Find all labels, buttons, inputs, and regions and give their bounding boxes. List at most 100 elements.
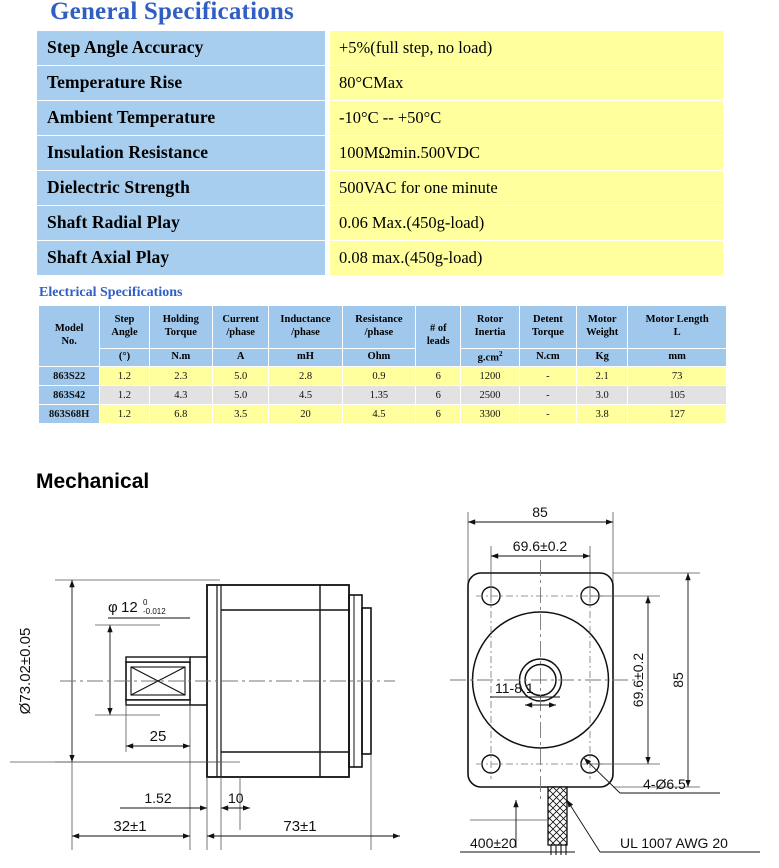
dimension-696-top: 69.6±0.2 xyxy=(491,538,590,559)
spec-label: Shaft Axial Play xyxy=(37,241,325,275)
column-unit-resistance: Ohm xyxy=(342,349,416,366)
cell-rotor-inertia: 2500 xyxy=(461,386,519,404)
label-wire-spec: UL 1007 AWG 20 xyxy=(620,835,728,851)
header-line-1: # of xyxy=(429,323,447,335)
cell-step-angle: 1.2 xyxy=(100,386,149,404)
cell-length: 127 xyxy=(628,405,726,423)
spec-value: 0.06 Max.(450g-load) xyxy=(330,206,723,240)
table-header-row: Model No. Step Angle Holding Torque Curr… xyxy=(39,306,726,366)
label-dim-152: 1.52 xyxy=(144,790,171,806)
cell-length: 73 xyxy=(628,367,726,385)
electrical-specifications-title: Electrical Specifications xyxy=(39,285,183,300)
label-wire-length: 400±20 xyxy=(470,835,517,851)
cell-step-angle: 1.2 xyxy=(100,367,149,385)
unit-superscript: 2 xyxy=(498,349,503,358)
header-line-2: Angle xyxy=(111,327,138,338)
specification-page: General Specifications Step Angle Accura… xyxy=(0,0,779,868)
table-unit-row: (°) N.m A mH Ohm g.cm2 N.cm Kg mm xyxy=(39,349,726,366)
header-line-1: Rotor xyxy=(476,314,504,326)
general-specifications-title: General Specifications xyxy=(50,0,294,25)
column-unit-current: A xyxy=(212,349,269,366)
cell-inductance: 2.8 xyxy=(269,367,342,385)
column-header-rotor-inertia: Rotor Inertia xyxy=(461,306,519,348)
spec-value: 0.08 max.(450g-load) xyxy=(330,241,723,275)
dimension-85-top: 85 xyxy=(468,504,613,525)
callout-mounting-holes: 4-Ø6.5 xyxy=(583,757,720,794)
column-header-step-angle: Step Angle xyxy=(100,306,149,348)
header-line-2: No. xyxy=(61,336,77,347)
cell-holding-torque: 4.3 xyxy=(149,386,212,404)
table-row: Shaft Axial Play 0.08 max.(450g-load) xyxy=(37,241,723,275)
column-header-model: Model No. xyxy=(39,306,100,366)
header-line-1: Holding xyxy=(162,314,199,326)
mechanical-title: Mechanical xyxy=(36,470,150,493)
table-row: Ambient Temperature -10°C -- +50°C xyxy=(37,101,723,135)
cell-rotor-inertia: 1200 xyxy=(461,367,519,385)
spec-value: -10°C -- +50°C xyxy=(330,101,723,135)
column-header-holding-torque: Holding Torque xyxy=(149,306,212,348)
side-view-drawing: Ø73.02±0.05 φ 12 0 -0.012 25 1.52 10 32±… xyxy=(10,579,400,850)
column-header-current: Current /phase xyxy=(212,306,269,348)
spec-label: Temperature Rise xyxy=(37,66,325,100)
dimension-1.52: 1.52 xyxy=(120,790,207,811)
dimension-85-right: 85 xyxy=(670,573,691,787)
cell-resistance: 4.5 xyxy=(342,405,416,423)
cell-detent-torque: - xyxy=(519,386,577,404)
header-line-2: Weight xyxy=(586,327,619,338)
label-dim-10: 10 xyxy=(228,790,244,806)
header-line-2: leads xyxy=(426,336,450,347)
cell-leads: 6 xyxy=(416,386,461,404)
column-unit-inductance: mH xyxy=(269,349,342,366)
label-shaft-dia-symbol: φ xyxy=(108,599,118,616)
cell-current: 3.5 xyxy=(212,405,269,423)
header-line-1: Inductance xyxy=(280,314,331,326)
cell-resistance: 0.9 xyxy=(342,367,416,385)
cell-resistance: 1.35 xyxy=(342,386,416,404)
callout-wire-spec: UL 1007 AWG 20 xyxy=(566,799,760,853)
header-line-1: Motor xyxy=(587,314,617,326)
cable-braid xyxy=(547,786,568,855)
table-row: Shaft Radial Play 0.06 Max.(450g-load) xyxy=(37,206,723,240)
label-dim-696-right: 69.6±0.2 xyxy=(630,653,646,708)
header-line-1: Step xyxy=(114,314,135,326)
column-header-motor-length: Motor Length L xyxy=(628,306,726,348)
spec-label: Shaft Radial Play xyxy=(37,206,325,240)
cell-leads: 6 xyxy=(416,405,461,423)
table-row: Insulation Resistance 100MΩmin.500VDC xyxy=(37,136,723,170)
electrical-specifications-table: Model No. Step Angle Holding Torque Curr… xyxy=(38,305,727,424)
dimension-flange-diameter: Ø73.02±0.05 xyxy=(17,580,75,762)
cell-weight: 3.0 xyxy=(577,386,628,404)
column-unit-motor-weight: Kg xyxy=(577,349,628,366)
header-line-2: Torque xyxy=(164,327,197,338)
dimension-10: 10 xyxy=(221,790,250,811)
dimension-32: 32±1 xyxy=(72,818,190,839)
header-line-1: Model xyxy=(54,323,84,335)
spec-label: Dielectric Strength xyxy=(37,171,325,205)
cell-leads: 6 xyxy=(416,367,461,385)
spec-value: 80°CMax xyxy=(330,66,723,100)
label-dim-696-top: 69.6±0.2 xyxy=(513,538,568,554)
cell-weight: 3.8 xyxy=(577,405,628,423)
label-dim-85-right: 85 xyxy=(670,672,686,688)
label-shaft-tol-lower: -0.012 xyxy=(143,607,166,616)
header-line-1: Current xyxy=(222,314,259,326)
spec-value: +5%(full step, no load) xyxy=(330,31,723,65)
front-view-drawing: 85 69.6±0.2 11-8.1 69.6±0.2 85 4-Ø6.5 UL… xyxy=(450,504,760,855)
header-line-1: Resistance xyxy=(355,314,403,326)
cell-current: 5.0 xyxy=(212,367,269,385)
cell-length: 105 xyxy=(628,386,726,404)
column-unit-motor-length: mm xyxy=(628,349,726,366)
spec-label: Step Angle Accuracy xyxy=(37,31,325,65)
table-row: 863S22 1.2 2.3 5.0 2.8 0.9 6 1200 - 2.1 … xyxy=(39,367,726,385)
cell-model: 863S68H xyxy=(39,405,100,423)
label-shaft-diameter: 12 xyxy=(121,599,138,616)
column-header-motor-weight: Motor Weight xyxy=(577,306,628,348)
label-dim-73: 73±1 xyxy=(283,818,316,835)
table-row: Dielectric Strength 500VAC for one minut… xyxy=(37,171,723,205)
table-row: 863S42 1.2 4.3 5.0 4.5 1.35 6 2500 - 3.0… xyxy=(39,386,726,404)
column-header-resistance: Resistance /phase xyxy=(342,306,416,348)
column-header-leads: # of leads xyxy=(416,306,461,366)
cell-step-angle: 1.2 xyxy=(100,405,149,423)
table-row: Step Angle Accuracy +5%(full step, no lo… xyxy=(37,31,723,65)
mechanical-drawings: Ø73.02±0.05 φ 12 0 -0.012 25 1.52 10 32±… xyxy=(10,504,760,855)
